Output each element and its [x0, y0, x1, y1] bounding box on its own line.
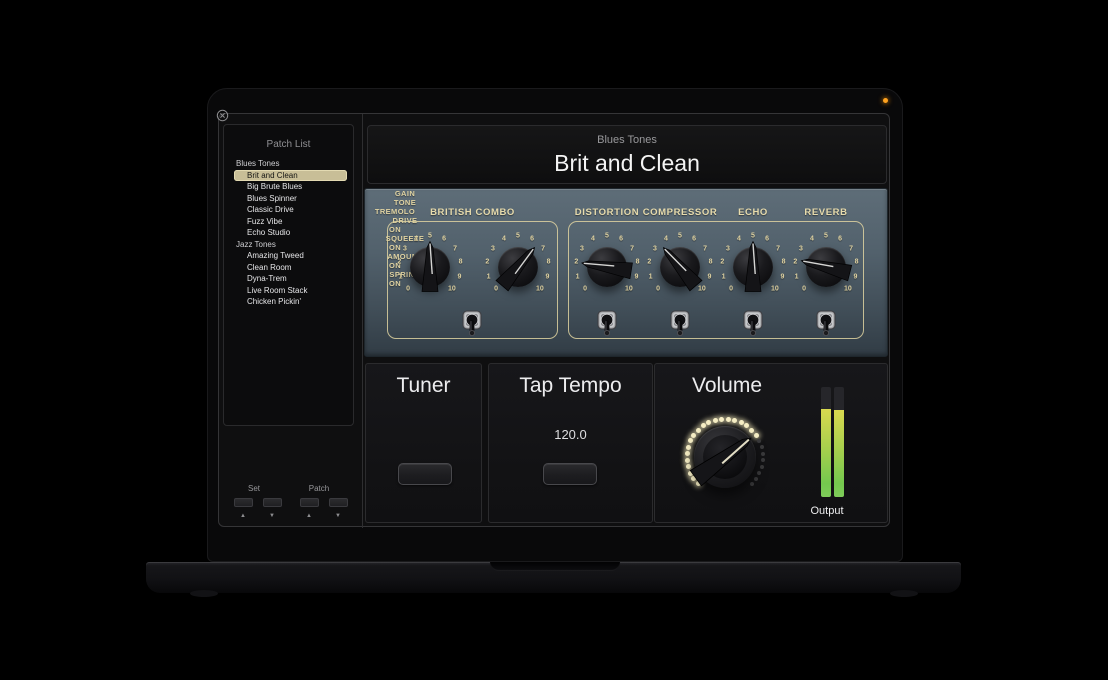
app-window: Patch List Blues TonesBrit and CleanBig …	[218, 113, 890, 527]
patch-up-arrow: ▲	[303, 513, 315, 519]
patch-row[interactable]: Brit and Clean	[234, 170, 347, 182]
output-label: Output	[797, 505, 857, 517]
patch-header-panel: Blues Tones Brit and Clean	[367, 125, 887, 184]
patch-row[interactable]: Amazing Tweed	[227, 250, 352, 262]
section-title: BRITISH COMBO	[393, 207, 553, 218]
switch-distortion-on[interactable]	[597, 310, 617, 337]
laptop-base	[146, 562, 961, 593]
meter-fill	[834, 410, 844, 497]
knob-squeeze[interactable]: 012345678910	[642, 229, 718, 305]
patch-down-arrow: ▼	[332, 513, 344, 519]
header-group-name: Blues Tones	[368, 134, 886, 146]
patch-list-title: Patch List	[224, 139, 353, 150]
laptop-lid-groove	[490, 562, 620, 571]
patch-label: Patch	[299, 484, 339, 493]
tuner-title: Tuner	[366, 374, 481, 398]
patch-list: Blues TonesBrit and CleanBig Brute Blues…	[227, 158, 352, 308]
laptop-foot-right	[890, 590, 918, 597]
patch-list-panel: Patch List Blues TonesBrit and CleanBig …	[223, 124, 354, 426]
set-up-button[interactable]	[234, 498, 253, 507]
volume-knob[interactable]	[670, 402, 780, 512]
set-down-button[interactable]	[263, 498, 282, 507]
knob-amount[interactable]: 012345678910	[715, 229, 791, 305]
set-label: Set	[234, 484, 274, 493]
set-up-arrow: ▲	[237, 513, 249, 519]
patch-row[interactable]: Chicken Pickin'	[227, 296, 352, 308]
patch-row[interactable]: Clean Room	[227, 262, 352, 274]
knob-label: GAIN	[365, 189, 445, 198]
knob-gain[interactable]: 012345678910	[392, 229, 468, 305]
section-title: REVERB	[771, 207, 881, 218]
stage: Patch List Blues TonesBrit and CleanBig …	[0, 0, 1108, 680]
meter-fill	[821, 409, 831, 497]
laptop-foot-left	[190, 590, 218, 597]
volume-title: Volume	[667, 374, 787, 398]
patch-row[interactable]: Big Brute Blues	[227, 181, 352, 193]
sidebar-divider	[362, 114, 363, 528]
tap-tempo-button[interactable]	[543, 463, 597, 485]
knob-tone[interactable]: 012345678910	[480, 229, 556, 305]
tuner-panel: Tuner	[365, 363, 482, 523]
switch-compressor-on[interactable]	[670, 310, 690, 337]
output-meter-right	[834, 387, 844, 497]
patch-group-row[interactable]: Blues Tones	[227, 158, 352, 170]
patch-row[interactable]: Echo Studio	[227, 227, 352, 239]
patch-up-button[interactable]	[300, 498, 319, 507]
patch-row[interactable]: Fuzz Vibe	[227, 216, 352, 228]
tap-tempo-title: Tap Tempo	[489, 374, 652, 398]
knob-drive[interactable]: 012345678910	[569, 229, 645, 305]
switch-reverb-on[interactable]	[816, 310, 836, 337]
patch-row[interactable]: Blues Spinner	[227, 193, 352, 205]
knob-label: TONE	[365, 198, 445, 207]
mic-indicator-dot	[883, 98, 888, 103]
patch-group-row[interactable]: Jazz Tones	[227, 239, 352, 251]
patch-row[interactable]: Dyna-Trem	[227, 273, 352, 285]
knob-spring[interactable]: 012345678910	[788, 229, 864, 305]
header-patch-name: Brit and Clean	[368, 150, 886, 177]
set-down-arrow: ▼	[266, 513, 278, 519]
patch-down-button[interactable]	[329, 498, 348, 507]
switch-tremolo[interactable]	[462, 310, 482, 337]
tuner-button[interactable]	[398, 463, 452, 485]
amp-panel: BRITISH COMBO GAIN 012345678910 TONE 0123456…	[364, 188, 888, 357]
exit-perform-button[interactable]	[216, 109, 229, 122]
patch-row[interactable]: Live Room Stack	[227, 285, 352, 297]
output-meter-left	[821, 387, 831, 497]
tap-tempo-panel: Tap Tempo 120.0	[488, 363, 653, 523]
tap-tempo-value: 120.0	[489, 427, 652, 442]
patch-row[interactable]: Classic Drive	[227, 204, 352, 216]
switch-echo-on[interactable]	[743, 310, 763, 337]
volume-panel: Volume Output	[654, 363, 888, 523]
